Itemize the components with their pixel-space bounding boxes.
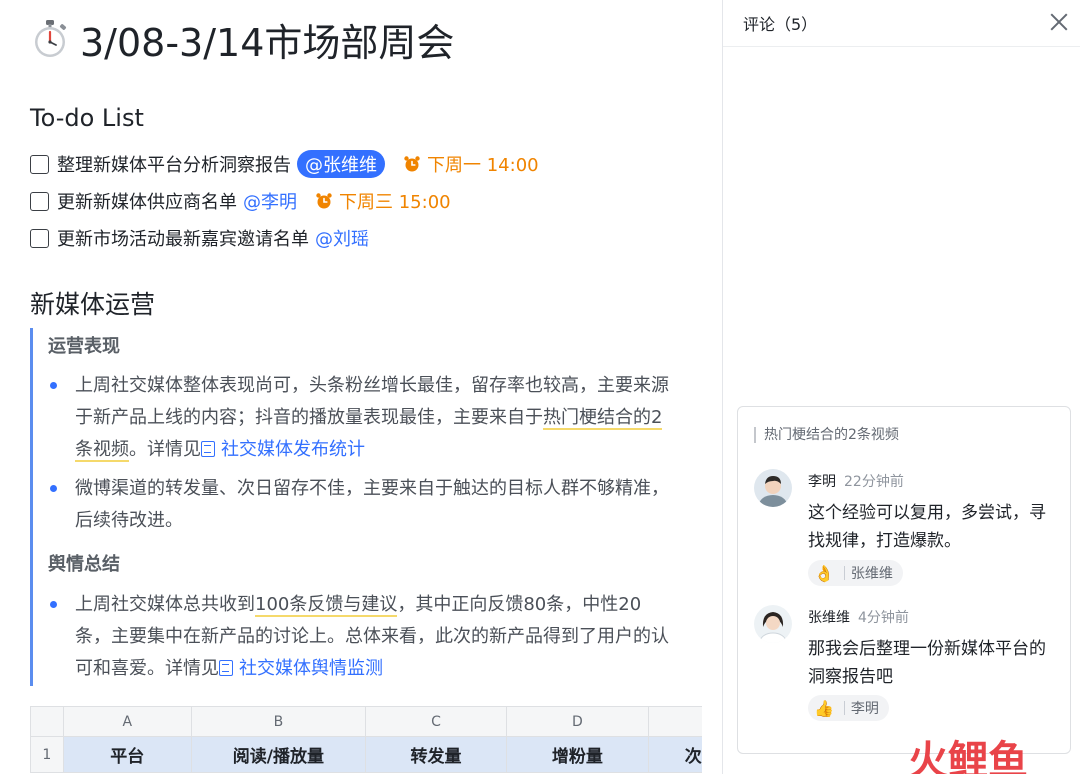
- comment-author: 李明 22分钟前: [808, 471, 904, 491]
- reaction-divider: [843, 701, 845, 715]
- reaction-chip[interactable]: 👍 李明: [808, 695, 889, 721]
- sheet-cell[interactable]: 次日留存: [647, 736, 702, 773]
- author-name[interactable]: 李明: [808, 474, 836, 490]
- ops-paragraph-1[interactable]: 上周社交媒体整体表现尚可，头条粉丝增长最佳，留存率也较高，主要来源于新产品上线的…: [75, 370, 675, 466]
- close-icon[interactable]: [1048, 11, 1070, 33]
- due-date[interactable]: 下周三 15:00: [315, 188, 451, 214]
- sheet-row: 1 平台 阅读/播放量 转发量 增粉量 次日留存: [30, 736, 702, 773]
- comments-panel: 评论（5） 热门梗结合的2条视频 李明 22分钟前 这个经验可以复用，多尝试，寻找…: [723, 0, 1080, 774]
- comment-thread-card[interactable]: 热门梗结合的2条视频 李明 22分钟前 这个经验可以复用，多尝试，寻找规律，打造爆…: [737, 406, 1071, 754]
- sheet-cell[interactable]: 增粉量: [506, 736, 649, 773]
- quoted-text[interactable]: 热门梗结合的2条视频: [754, 427, 899, 443]
- sheet-col-header[interactable]: E: [647, 706, 702, 737]
- due-date-text: 下周三 15:00: [339, 192, 451, 213]
- due-date[interactable]: 下周一 14:00: [403, 151, 539, 177]
- bullet-dot: [50, 601, 57, 608]
- ops-paragraph-2[interactable]: 微博渠道的转发量、次日留存不佳，主要来自于触达的目标人群不够精准，后续待改进。: [75, 473, 675, 537]
- comment-body: 这个经验可以复用，多尝试，寻找规律，打造爆款。: [808, 503, 1046, 551]
- thumbs-up-icon: 👍: [814, 698, 834, 718]
- panel-header-divider: [723, 46, 1080, 47]
- todo-checkbox[interactable]: [30, 191, 49, 211]
- avatar[interactable]: [754, 469, 792, 507]
- comment-time: 22分钟前: [844, 474, 904, 490]
- stopwatch-icon: [35, 20, 67, 57]
- doc-link[interactable]: 社交媒体舆情监测: [219, 658, 383, 679]
- mention-tag[interactable]: @李明: [243, 188, 297, 214]
- commented-text[interactable]: 100条反馈与建议: [255, 594, 398, 617]
- comment-time: 4分钟前: [858, 610, 909, 626]
- text-run: 。详情见: [129, 439, 201, 460]
- sentiment-paragraph[interactable]: 上周社交媒体总共收到100条反馈与建议，其中正向反馈80条，中性20条，主要集中…: [75, 589, 675, 685]
- reaction-user: 李明: [850, 701, 879, 717]
- section-heading: 新媒体运营: [30, 290, 156, 319]
- document-area: 3/08-3/14市场部周会 To-do List 整理新媒体平台分析洞察报告 …: [0, 0, 722, 774]
- sheet-col-header[interactable]: D: [506, 706, 649, 737]
- sheet-col-header[interactable]: A: [62, 706, 192, 737]
- text-run: 上周社交媒体总共收到: [75, 594, 255, 615]
- sheet-cell[interactable]: 阅读/播放量: [190, 736, 366, 773]
- todo-item: 整理新媒体平台分析洞察报告 @张维维 下周一 14:00: [30, 150, 539, 178]
- doc-title-row: 3/08-3/14市场部周会: [30, 12, 454, 66]
- sheet-column-header-row: A B C D E: [30, 706, 702, 737]
- author-name[interactable]: 张维维: [808, 610, 850, 626]
- mention-tag[interactable]: @张维维: [297, 150, 385, 178]
- subheading-ops: 运营表现: [48, 336, 120, 357]
- sheet-table: A B C D E 1 平台 阅读/播放量 转发量 增粉量 次日留存: [30, 706, 702, 773]
- todo-text[interactable]: 整理新媒体平台分析洞察报告: [57, 151, 291, 177]
- todo-item: 更新市场活动最新嘉宾邀请名单 @刘瑶: [30, 225, 369, 251]
- bullet-dot: [50, 382, 57, 389]
- todo-text[interactable]: 更新市场活动最新嘉宾邀请名单: [57, 225, 309, 251]
- embedded-spreadsheet[interactable]: A B C D E 1 平台 阅读/播放量 转发量 增粉量 次日留存: [30, 706, 702, 774]
- doc-link[interactable]: 社交媒体发布统计: [201, 439, 365, 460]
- sheet-col-header[interactable]: C: [364, 706, 508, 737]
- mention-tag[interactable]: @刘瑶: [315, 225, 369, 251]
- reaction-chip[interactable]: 👌 张维维: [808, 560, 903, 586]
- subheading-sentiment: 舆情总结: [48, 554, 120, 575]
- sheet-corner[interactable]: [30, 706, 64, 737]
- sheet-cell[interactable]: 平台: [62, 736, 192, 773]
- due-date-text: 下周一 14:00: [427, 155, 539, 176]
- todo-heading: To-do List: [30, 104, 144, 132]
- avatar[interactable]: [754, 605, 792, 643]
- document-icon: [219, 660, 233, 676]
- sheet-cell[interactable]: 转发量: [364, 736, 508, 773]
- sheet-row-number[interactable]: 1: [30, 736, 64, 773]
- alarm-clock-icon: [404, 156, 420, 172]
- doc-link-label: 社交媒体舆情监测: [239, 658, 383, 679]
- sheet-col-header[interactable]: B: [190, 706, 366, 737]
- todo-checkbox[interactable]: [30, 154, 49, 174]
- ok-hand-icon: 👌: [814, 563, 834, 583]
- reaction-divider: [843, 566, 845, 580]
- callout-block: 运营表现 上周社交媒体整体表现尚可，头条粉丝增长最佳，留存率也较高，主要来源于新…: [30, 328, 680, 686]
- todo-item: 更新新媒体供应商名单 @李明 下周三 15:00: [30, 188, 451, 214]
- todo-text[interactable]: 更新新媒体供应商名单: [57, 188, 237, 214]
- watermark-logo: 火鲤鱼: [908, 738, 1028, 774]
- page-title[interactable]: 3/08-3/14市场部周会: [80, 12, 454, 67]
- alarm-clock-icon: [316, 193, 332, 209]
- reaction-user: 张维维: [850, 566, 893, 582]
- document-icon: [201, 441, 215, 457]
- doc-link-label: 社交媒体发布统计: [221, 439, 365, 460]
- bullet-dot: [50, 485, 57, 492]
- comment-author: 张维维 4分钟前: [808, 607, 909, 627]
- todo-checkbox[interactable]: [30, 228, 49, 248]
- comment-body: 那我会后整理一份新媒体平台的洞察报告吧: [808, 639, 1046, 687]
- comments-title: 评论（5）: [743, 15, 818, 34]
